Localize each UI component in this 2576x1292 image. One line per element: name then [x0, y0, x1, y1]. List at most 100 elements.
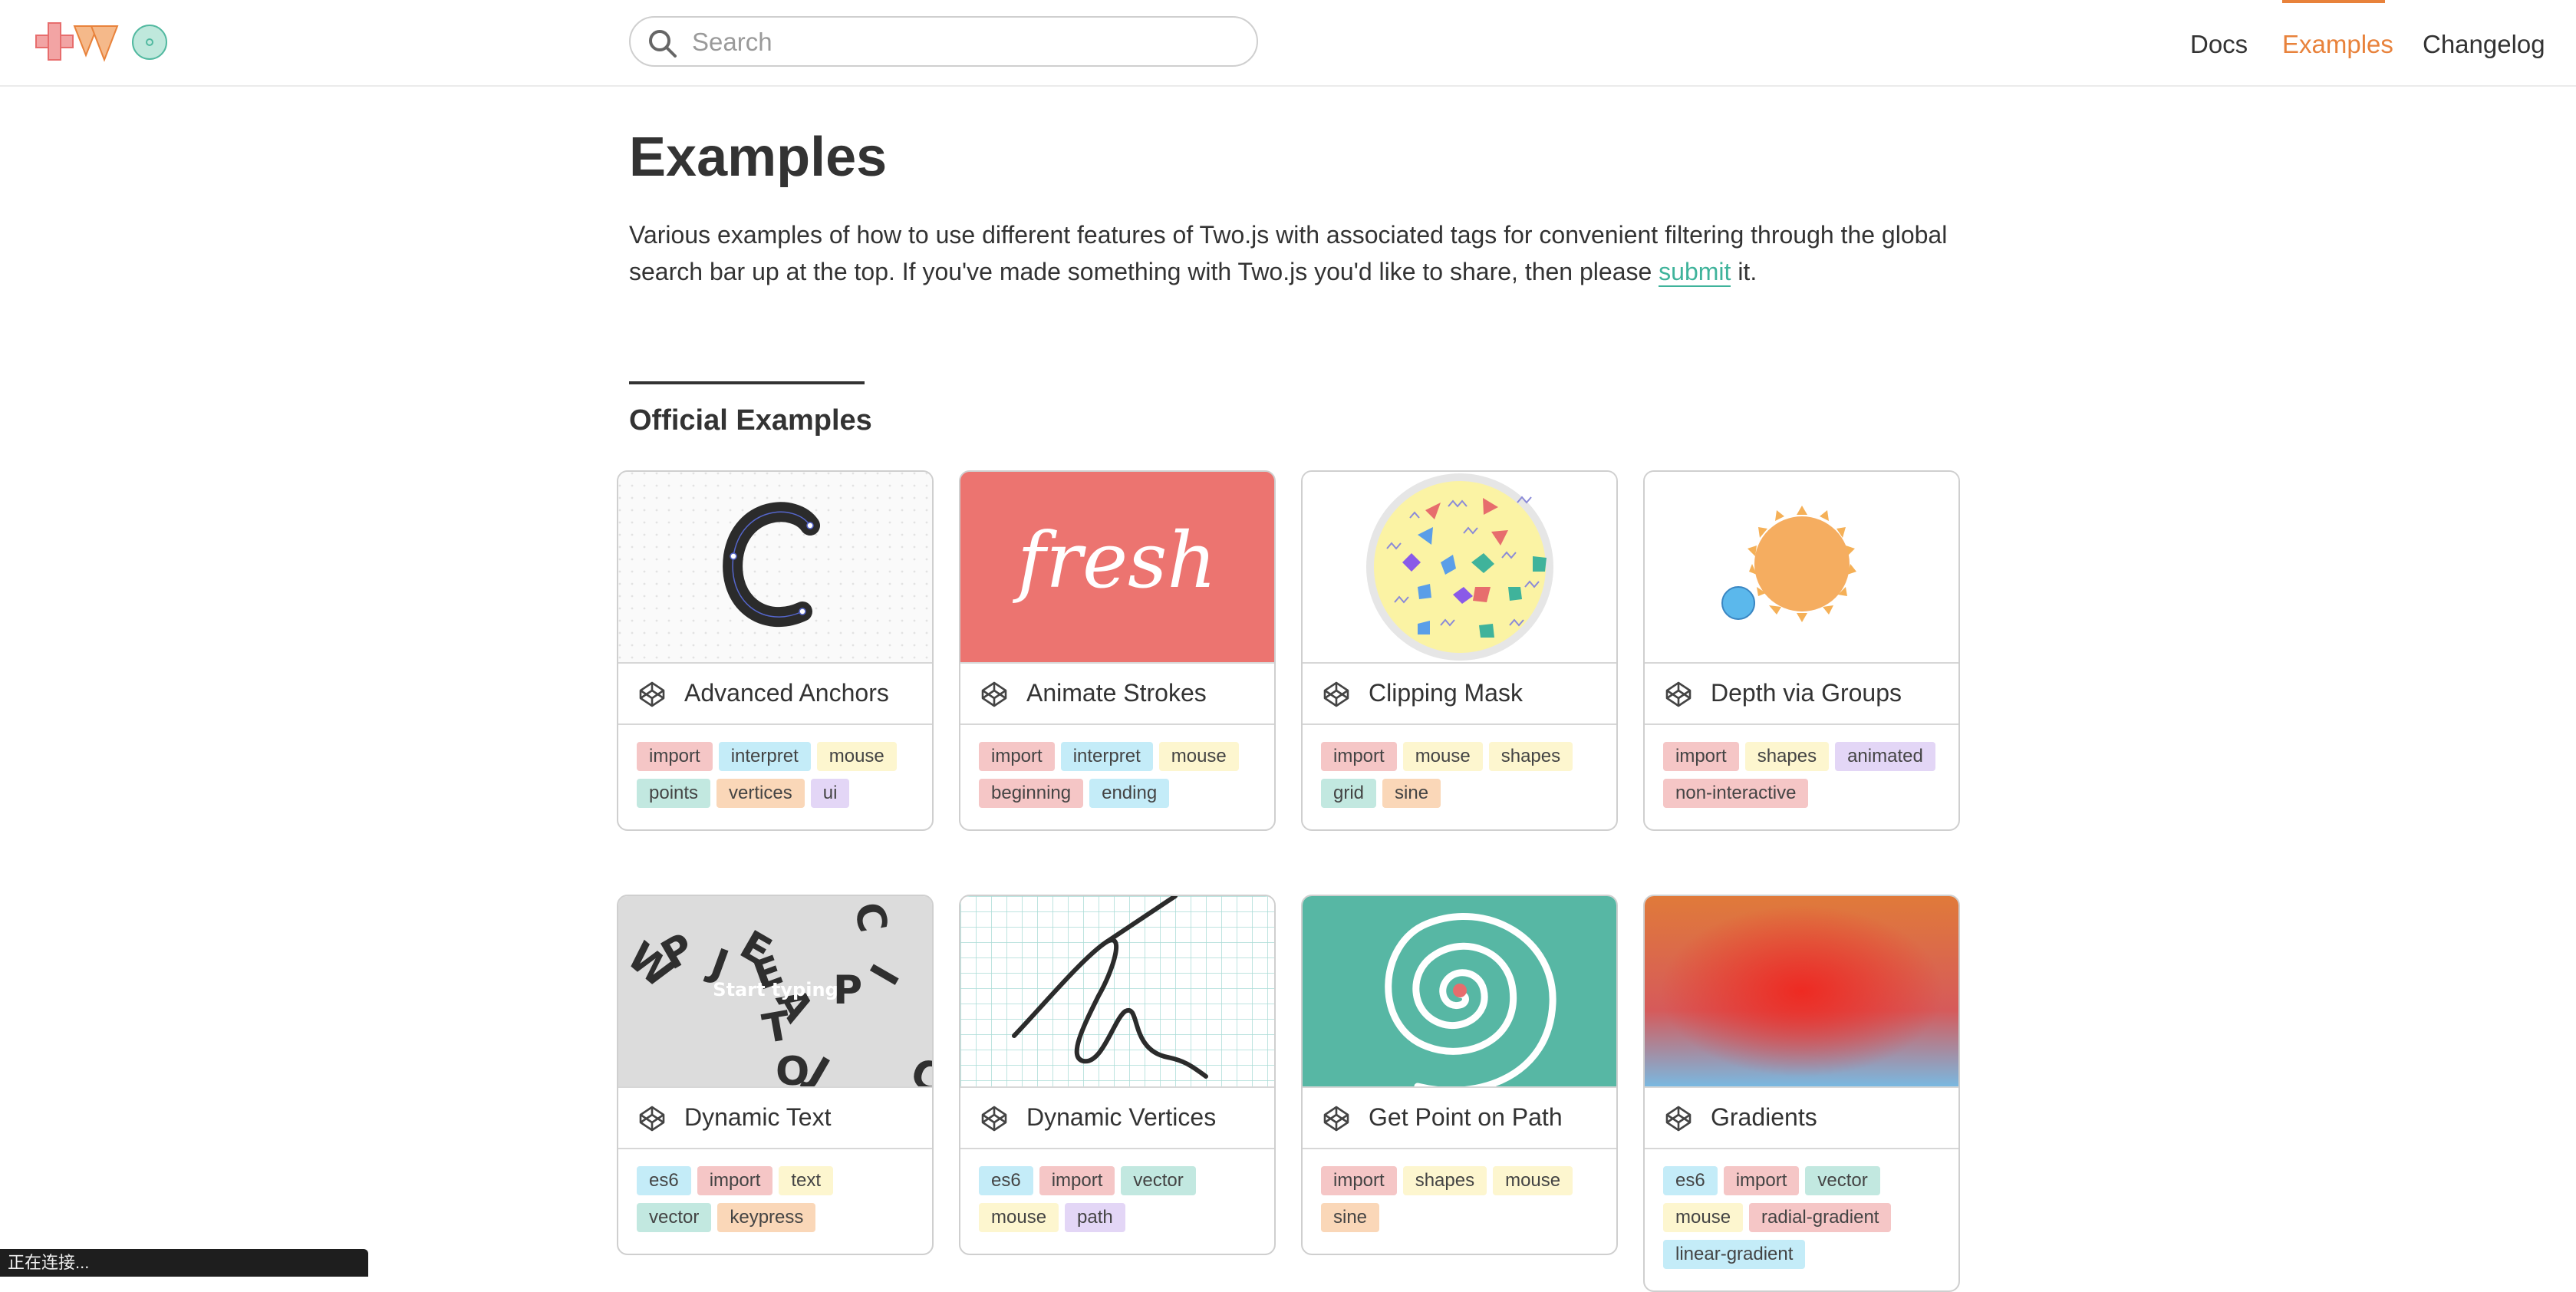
- codepen-icon[interactable]: [1323, 681, 1350, 708]
- codepen-icon[interactable]: [1665, 681, 1692, 708]
- tag[interactable]: animated: [1835, 742, 1935, 771]
- tag[interactable]: vector: [637, 1203, 712, 1232]
- card-title[interactable]: Get Point on Path: [1369, 1102, 1563, 1132]
- submit-link[interactable]: submit: [1659, 258, 1731, 287]
- tag[interactable]: vector: [1805, 1166, 1880, 1195]
- nav-docs[interactable]: Docs: [2190, 29, 2248, 60]
- example-thumbnail[interactable]: [1303, 896, 1616, 1086]
- tag-list: import shapes mouse sine: [1303, 1149, 1616, 1254]
- page-title: Examples: [629, 127, 888, 188]
- codepen-icon[interactable]: [1323, 1105, 1350, 1132]
- search-bar[interactable]: [629, 16, 1258, 67]
- tag[interactable]: beginning: [979, 779, 1084, 808]
- tag[interactable]: linear-gradient: [1663, 1240, 1806, 1269]
- nav-changelog[interactable]: Changelog: [2423, 29, 2545, 60]
- example-card-dynamic-vertices[interactable]: Dynamic Vertices es6 import vector mouse pat…: [959, 895, 1276, 1255]
- tag[interactable]: shapes: [1402, 1166, 1487, 1195]
- tag[interactable]: text: [779, 1166, 834, 1195]
- example-card-animate-strokes[interactable]: fresh Animate Strokes import interpret mou…: [959, 470, 1276, 831]
- tag[interactable]: es6: [1663, 1166, 1718, 1195]
- codepen-icon[interactable]: [638, 1105, 666, 1132]
- tag[interactable]: import: [1321, 1166, 1397, 1195]
- tag[interactable]: non-interactive: [1663, 779, 1809, 808]
- tag-list: import shapes animated non-interactive: [1645, 725, 1958, 829]
- tag[interactable]: import: [637, 742, 713, 771]
- section-title: Official Examples: [629, 404, 872, 437]
- card-title[interactable]: Dynamic Vertices: [1026, 1102, 1216, 1132]
- card-title[interactable]: Clipping Mask: [1369, 677, 1523, 708]
- thumbnail-text: Start typing: [713, 979, 838, 1000]
- tag[interactable]: keypress: [717, 1203, 816, 1232]
- tag[interactable]: es6: [979, 1166, 1033, 1195]
- tag[interactable]: mouse: [1402, 742, 1483, 771]
- svg-text:O: O: [776, 1049, 809, 1086]
- tag[interactable]: ending: [1089, 779, 1170, 808]
- tag[interactable]: es6: [637, 1166, 691, 1195]
- codepen-icon[interactable]: [638, 681, 666, 708]
- tag[interactable]: radial-gradient: [1749, 1203, 1892, 1232]
- tag[interactable]: mouse: [816, 742, 897, 771]
- codepen-icon[interactable]: [980, 681, 1008, 708]
- tag[interactable]: points: [637, 779, 711, 808]
- example-thumbnail[interactable]: [1645, 472, 1958, 662]
- card-title[interactable]: Animate Strokes: [1026, 677, 1207, 708]
- card-title[interactable]: Depth via Groups: [1711, 677, 1902, 708]
- card-title[interactable]: Gradients: [1711, 1102, 1817, 1132]
- tag[interactable]: shapes: [1744, 742, 1830, 771]
- tag[interactable]: import: [1321, 742, 1397, 771]
- example-thumbnail[interactable]: [618, 472, 932, 662]
- example-card-clipping-mask[interactable]: Clipping Mask import mouse shapes grid sine: [1301, 470, 1618, 831]
- card-title[interactable]: Advanced Anchors: [684, 677, 889, 708]
- intro-text-end: it.: [1731, 258, 1757, 285]
- example-card-depth-via-groups[interactable]: Depth via Groups import shapes animated non…: [1643, 470, 1960, 831]
- tag[interactable]: import: [979, 742, 1055, 771]
- example-card-get-point-on-path[interactable]: Get Point on Path import shapes mouse sine: [1301, 895, 1618, 1255]
- example-card-advanced-anchors[interactable]: Advanced Anchors import interpret mouse poi…: [617, 470, 934, 831]
- card-title-bar[interactable]: Depth via Groups: [1645, 662, 1958, 725]
- codepen-icon[interactable]: [1665, 1105, 1692, 1132]
- two-js-logo[interactable]: [35, 21, 173, 64]
- tag[interactable]: import: [1663, 742, 1739, 771]
- example-thumbnail[interactable]: [1645, 896, 1958, 1086]
- example-thumbnail[interactable]: W P J E E A T P C I O J C Start typing: [618, 896, 932, 1086]
- card-title-bar[interactable]: Dynamic Text: [618, 1086, 932, 1149]
- tag[interactable]: ui: [810, 779, 850, 808]
- tag[interactable]: vertices: [716, 779, 805, 808]
- tag[interactable]: import: [697, 1166, 773, 1195]
- tag-list: es6 import vector mouse path: [960, 1149, 1274, 1254]
- site-header: Docs Examples Changelog: [0, 0, 2576, 87]
- card-title-bar[interactable]: Animate Strokes: [960, 662, 1274, 725]
- tag[interactable]: sine: [1382, 779, 1441, 808]
- example-card-gradients[interactable]: Gradients es6 import vector mouse radial-gra…: [1643, 895, 1960, 1292]
- card-title-bar[interactable]: Advanced Anchors: [618, 662, 932, 725]
- example-card-dynamic-text[interactable]: W P J E E A T P C I O J C Start typing D…: [617, 895, 934, 1255]
- tag[interactable]: grid: [1321, 779, 1377, 808]
- search-input[interactable]: [690, 24, 1230, 61]
- card-title-bar[interactable]: Gradients: [1645, 1086, 1958, 1149]
- tag-list: import interpret mouse points vertices ui: [618, 725, 932, 829]
- card-title[interactable]: Dynamic Text: [684, 1102, 831, 1132]
- example-thumbnail[interactable]: [1303, 472, 1616, 662]
- tag[interactable]: mouse: [979, 1203, 1059, 1232]
- tag[interactable]: import: [1723, 1166, 1800, 1195]
- example-thumbnail[interactable]: [960, 896, 1274, 1086]
- nav-examples[interactable]: Examples: [2282, 29, 2393, 60]
- card-title-bar[interactable]: Dynamic Vertices: [960, 1086, 1274, 1149]
- tag[interactable]: shapes: [1488, 742, 1573, 771]
- card-title-bar[interactable]: Get Point on Path: [1303, 1086, 1616, 1149]
- browser-status-bar: 正在连接...: [0, 1249, 368, 1277]
- tag[interactable]: mouse: [1493, 1166, 1573, 1195]
- tag[interactable]: interpret: [718, 742, 811, 771]
- card-title-bar[interactable]: Clipping Mask: [1303, 662, 1616, 725]
- tag[interactable]: interpret: [1060, 742, 1153, 771]
- tag[interactable]: mouse: [1663, 1203, 1744, 1232]
- tag-list: import interpret mouse beginning ending: [960, 725, 1274, 829]
- tag[interactable]: mouse: [1158, 742, 1239, 771]
- tag[interactable]: import: [1039, 1166, 1115, 1195]
- codepen-icon[interactable]: [980, 1105, 1008, 1132]
- tag[interactable]: vector: [1121, 1166, 1196, 1195]
- example-thumbnail[interactable]: fresh: [960, 472, 1274, 662]
- tag[interactable]: path: [1065, 1203, 1125, 1232]
- tag[interactable]: sine: [1321, 1203, 1380, 1232]
- tag-list: es6 import vector mouse radial-gradient linea…: [1645, 1149, 1958, 1290]
